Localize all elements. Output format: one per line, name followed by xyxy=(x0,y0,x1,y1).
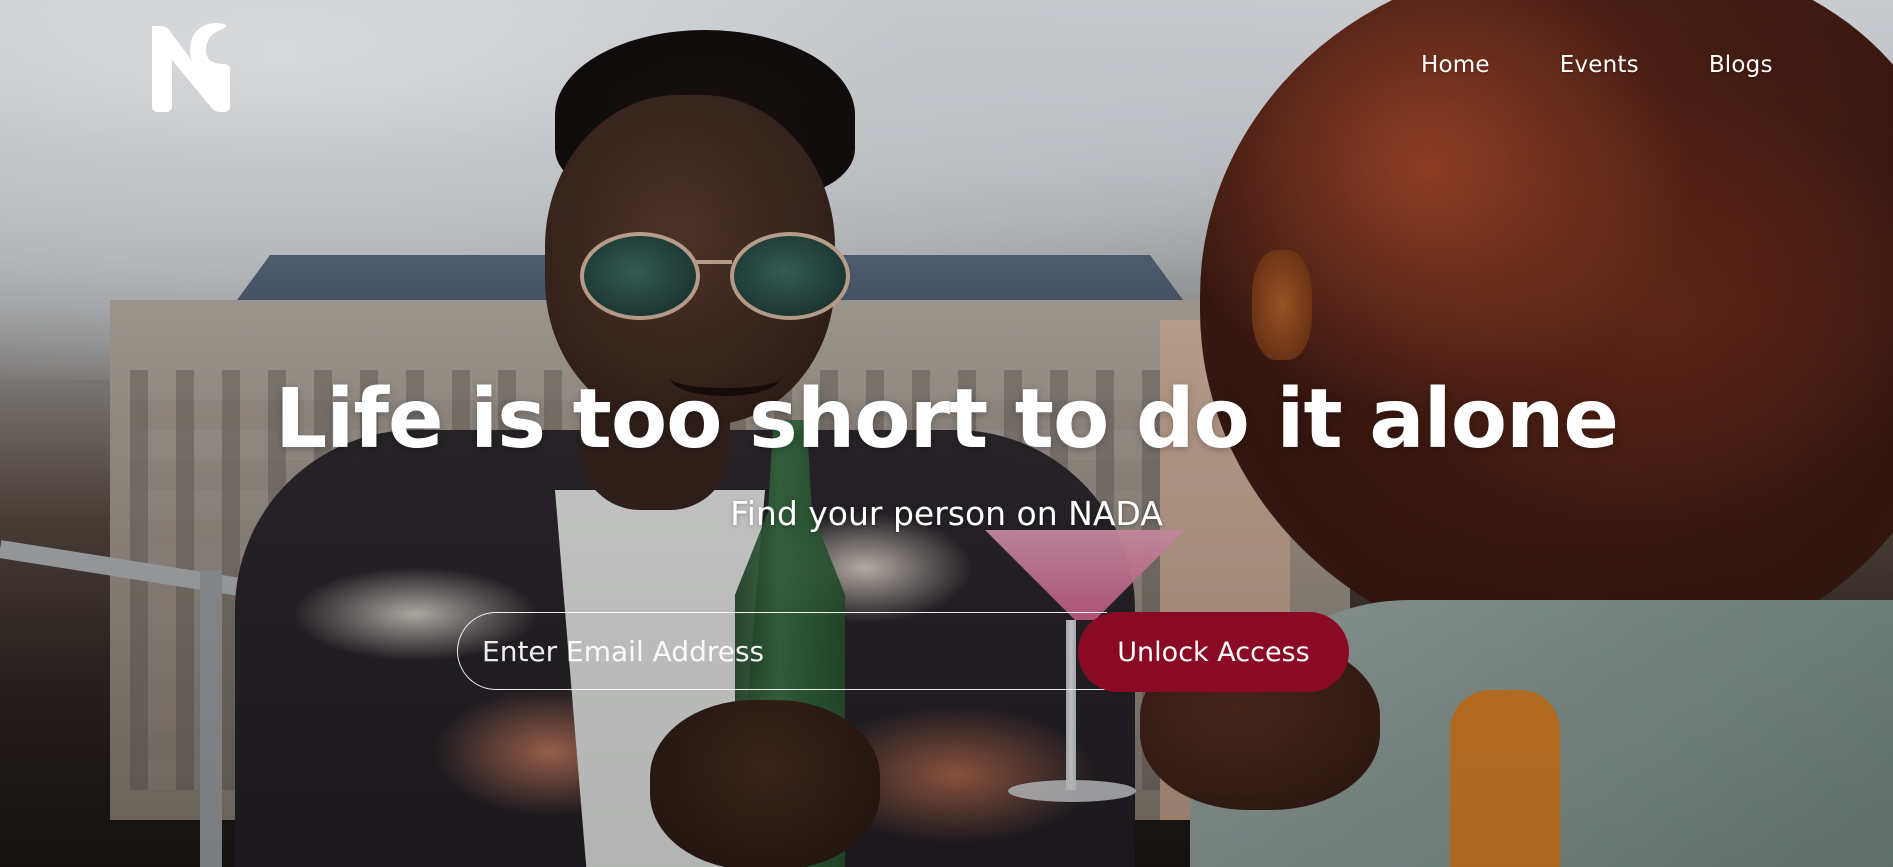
nav-blogs-link[interactable]: Blogs xyxy=(1709,52,1773,78)
hero-subheadline: Find your person on NADA xyxy=(730,494,1163,533)
top-nav: Home Events Blogs xyxy=(1421,52,1773,78)
nav-home-link[interactable]: Home xyxy=(1421,52,1490,78)
nav-events-link[interactable]: Events xyxy=(1560,52,1639,78)
hero-headline: Life is too short to do it alone xyxy=(274,372,1619,467)
nada-logo-icon[interactable] xyxy=(146,20,230,114)
email-input[interactable] xyxy=(457,612,1107,690)
email-signup-form: Unlock Access xyxy=(457,612,1349,692)
hero-section: Home Events Blogs Life is too short to d… xyxy=(0,0,1893,867)
unlock-access-button[interactable]: Unlock Access xyxy=(1078,612,1349,692)
